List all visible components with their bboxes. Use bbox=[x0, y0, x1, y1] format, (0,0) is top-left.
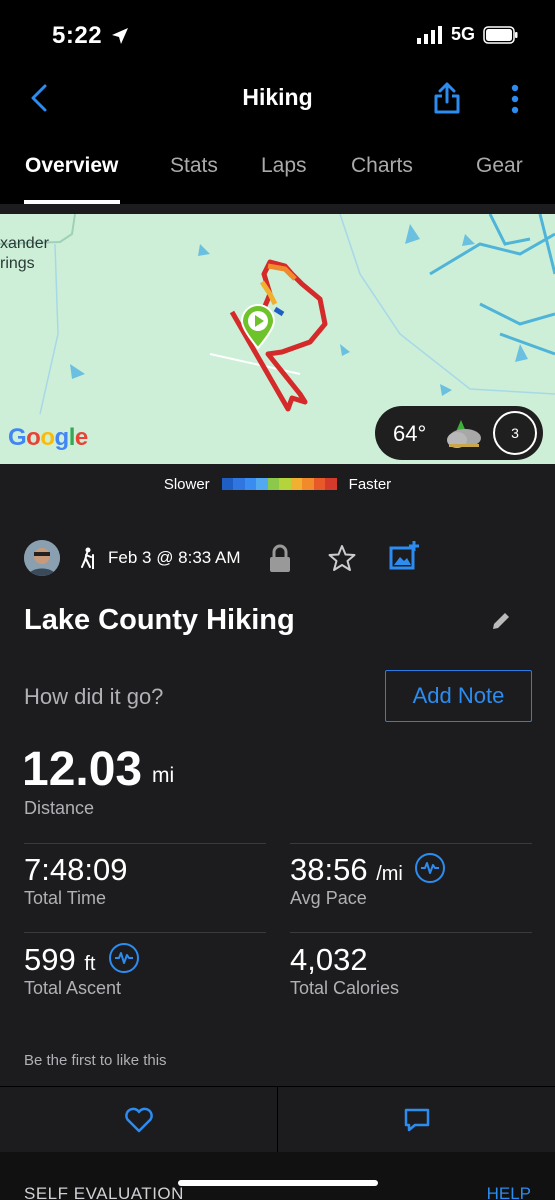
page-title: Hiking bbox=[242, 84, 313, 110]
total-ascent-label: Total Ascent bbox=[24, 978, 122, 998]
home-indicator[interactable] bbox=[178, 1180, 378, 1186]
legend-swatch bbox=[279, 478, 291, 490]
add-note-button[interactable]: Add Note bbox=[385, 670, 532, 722]
star-icon[interactable] bbox=[327, 544, 357, 572]
self-evaluation-heading: SELF EVALUATION bbox=[24, 1184, 184, 1200]
carrier-label: 5G bbox=[450, 24, 475, 44]
pulse-icon bbox=[115, 952, 133, 964]
legend-swatch bbox=[244, 478, 257, 490]
legend-swatch bbox=[233, 478, 245, 490]
temperature: 64° bbox=[393, 421, 427, 446]
weather-badge[interactable]: 64° 3 bbox=[375, 406, 543, 460]
help-link[interactable]: HELP bbox=[487, 1184, 531, 1200]
more-vertical-icon bbox=[511, 84, 519, 114]
likes-text: Be the first to like this bbox=[24, 1052, 167, 1069]
ascent-insight-button[interactable] bbox=[109, 943, 139, 973]
heart-icon bbox=[124, 1107, 153, 1133]
total-time-value: 7:48:09 bbox=[24, 852, 128, 887]
user-avatar-icon bbox=[24, 540, 60, 576]
tab-separator bbox=[0, 204, 555, 214]
feedback-prompt: How did it go? bbox=[24, 684, 164, 709]
add-photo-icon[interactable] bbox=[388, 540, 420, 572]
more-options-button[interactable] bbox=[502, 82, 528, 116]
comment-icon bbox=[404, 1108, 429, 1132]
tab-bar: Overview Stats Laps Charts Gear bbox=[0, 140, 555, 204]
start-pin-icon[interactable] bbox=[240, 304, 276, 350]
avg-pace-value: 38:56 /mi bbox=[290, 852, 403, 887]
activity-meta: Feb 3 @ 8:33 AM bbox=[24, 540, 534, 576]
avg-pace-label: Avg Pace bbox=[290, 888, 367, 908]
lock-icon[interactable] bbox=[268, 544, 292, 574]
distance-label: Distance bbox=[24, 798, 95, 818]
pace-color-scale bbox=[221, 478, 337, 490]
total-calories-value: 4,032 bbox=[290, 942, 368, 977]
share-button[interactable] bbox=[430, 80, 464, 116]
cloudy-weather-icon bbox=[447, 420, 481, 448]
share-icon bbox=[434, 82, 460, 114]
edit-pencil-icon[interactable] bbox=[490, 610, 512, 632]
divider bbox=[290, 843, 532, 844]
status-time: 5:22 bbox=[52, 22, 103, 49]
pace-legend: Slower Faster bbox=[0, 472, 555, 496]
distance-value: 12.03 bbox=[22, 743, 143, 796]
distance-unit: mi bbox=[152, 764, 175, 787]
route-map[interactable]: xander rings Google 64° 3 bbox=[0, 214, 555, 464]
legend-swatch bbox=[302, 478, 314, 490]
comment-button[interactable] bbox=[278, 1087, 555, 1153]
legend-swatch bbox=[325, 478, 337, 490]
status-bar: 5:22 5G bbox=[0, 0, 555, 70]
legend-swatch bbox=[313, 478, 326, 490]
pace-insight-button[interactable] bbox=[415, 853, 445, 883]
activity-title: Lake County Hiking bbox=[24, 604, 295, 636]
location-arrow-icon bbox=[112, 28, 128, 44]
legend-swatch bbox=[221, 478, 234, 490]
tab-charts[interactable]: Charts bbox=[351, 154, 413, 178]
total-ascent-value: 599 ft bbox=[24, 942, 96, 977]
battery-icon bbox=[483, 25, 518, 44]
legend-swatch bbox=[256, 478, 268, 490]
google-logo: Google bbox=[8, 424, 88, 451]
tab-stats[interactable]: Stats bbox=[170, 154, 218, 178]
tab-overview[interactable]: Overview bbox=[25, 154, 118, 178]
signal-icon bbox=[416, 25, 442, 44]
total-calories-label: Total Calories bbox=[290, 978, 400, 998]
activity-overview: Slower Faster Feb 3 @ 8:33 AM Lake Count… bbox=[0, 464, 555, 1200]
tab-gear[interactable]: Gear bbox=[476, 154, 523, 178]
total-time-label: Total Time bbox=[24, 888, 107, 908]
avatar[interactable] bbox=[24, 540, 60, 576]
like-button[interactable] bbox=[0, 1087, 277, 1153]
nav-bar: Hiking bbox=[0, 70, 555, 128]
map-place-label: xander rings bbox=[0, 235, 49, 272]
tab-laps[interactable]: Laps bbox=[261, 154, 307, 178]
hiking-icon bbox=[81, 547, 94, 569]
pulse-icon bbox=[421, 862, 439, 874]
status-indicators: 5G bbox=[416, 24, 519, 45]
divider bbox=[290, 932, 532, 933]
legend-swatch bbox=[290, 478, 303, 490]
divider bbox=[24, 932, 266, 933]
wind-indicator: 3 bbox=[493, 411, 537, 455]
activity-date: Feb 3 @ 8:33 AM bbox=[108, 548, 241, 567]
legend-faster-label: Faster bbox=[348, 475, 392, 493]
legend-slower-label: Slower bbox=[163, 475, 210, 493]
action-bar bbox=[0, 1086, 555, 1153]
divider bbox=[24, 843, 266, 844]
legend-swatch bbox=[267, 478, 280, 490]
